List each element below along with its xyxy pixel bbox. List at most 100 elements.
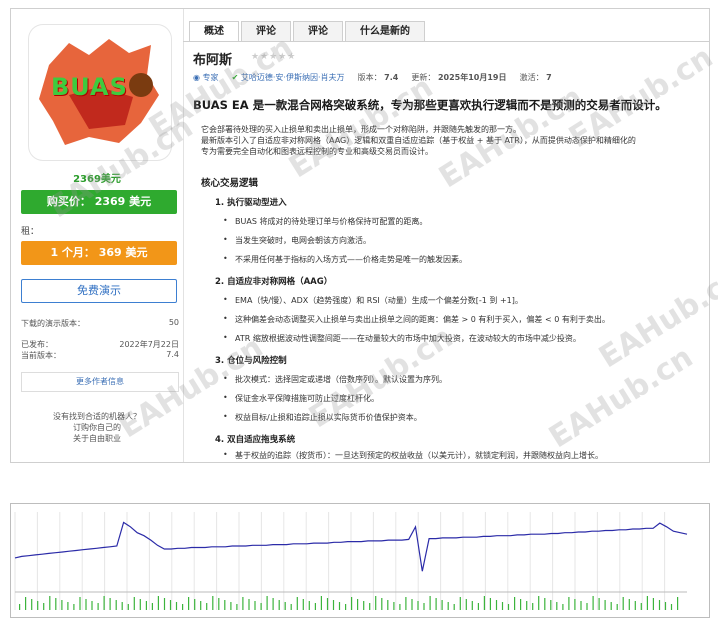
volume-bar (308, 601, 310, 610)
volume-bar (320, 596, 322, 610)
volume-bar (248, 599, 250, 610)
bullet-item: 权益目标/止损和追踪止损以实际货币价值保护资本。 (223, 412, 422, 423)
product-details: 概述 评论 评论 什么是新的 布阿斯 ★★★★★ ◉ 专家 ✔ 艾哈迈德·安·伊斯纳因… (183, 9, 709, 462)
buy-button[interactable]: 购买价： 2369 美元 (21, 190, 177, 214)
volume-bar (616, 604, 618, 610)
volume-bar (145, 601, 147, 610)
volume-bar (242, 597, 244, 610)
volume-bar (103, 596, 105, 610)
volume-bar (664, 602, 667, 610)
activations-label: 激活： (519, 73, 544, 82)
volume-bar (586, 603, 588, 610)
volume-bar (550, 600, 552, 610)
volume-bar (73, 604, 75, 610)
equity-chart-svg (14, 512, 688, 610)
logo-text: BUAS (51, 73, 128, 101)
volume-bar (405, 597, 407, 610)
tab-overview[interactable]: 概述 (189, 21, 239, 42)
expert-icon: ◉ (193, 73, 200, 82)
volume-bar (592, 596, 594, 610)
volume-bar (79, 597, 81, 610)
info-value: 7.4 (166, 350, 179, 359)
volume-bar (31, 599, 33, 610)
bullet-item: 批次模式：选择固定或递增（倍数序列）。默认设置为序列。 (223, 374, 447, 385)
tab-comments[interactable]: 评论 (293, 21, 343, 42)
author-link[interactable]: 艾哈迈德·安·伊斯纳因·肖夫万 (241, 73, 345, 82)
volume-bar (254, 601, 256, 610)
volume-bar (109, 598, 111, 610)
volume-bar (670, 604, 673, 610)
volume-bar (182, 604, 184, 610)
volume-bar (218, 598, 220, 610)
volume-bar (507, 604, 510, 610)
volume-bar (574, 599, 576, 610)
more-author-info-button[interactable]: 更多作者信息 (21, 372, 179, 392)
volume-bar (501, 602, 504, 610)
volume-bar (266, 596, 268, 610)
volume-bar (453, 604, 455, 610)
volume-bar (477, 603, 479, 610)
volume-bar (562, 604, 564, 610)
volume-bar (121, 602, 123, 610)
demo-downloads-row: 下载的演示版本： 50 (21, 318, 179, 329)
rating-stars[interactable]: ★★★★★ (251, 52, 296, 62)
updated-value: 2025年10月19日 (437, 73, 507, 82)
volume-bar (622, 597, 624, 610)
volume-bar (381, 598, 383, 610)
volume-bar (652, 598, 654, 610)
volume-bar (465, 599, 467, 610)
product-logo: BUAS (29, 25, 171, 160)
tab-reviews[interactable]: 评论 (241, 21, 291, 42)
volume-bar (224, 600, 226, 610)
volume-bar (363, 601, 365, 610)
bullet-item: BUAS 将成对的待处理订单与价格保持可配置的距离。 (223, 216, 427, 227)
activations-value: 7 (546, 73, 552, 82)
info-label: 已发布： (21, 340, 53, 349)
volume-bar (526, 601, 528, 610)
section-title: 3. 仓位与风险控制 (215, 356, 287, 366)
freelance-hint-line: 没有找到合适的机器人？ (53, 412, 141, 421)
volume-bar (459, 597, 461, 610)
volume-bar (302, 599, 304, 610)
volume-bar (634, 601, 636, 610)
volume-bar (393, 602, 395, 610)
volume-bar (604, 600, 606, 610)
volume-bar (495, 600, 498, 610)
volume-bar (471, 601, 473, 610)
volume-bar (387, 600, 389, 610)
bullet-item: 保证金水平保障措施可防止过度杠杆化。 (223, 393, 379, 404)
product-title: 布阿斯 (193, 53, 233, 68)
volume-bar (556, 602, 558, 610)
volume-bar (169, 600, 172, 610)
volume-bar (91, 601, 93, 610)
free-demo-button[interactable]: 免费演示 (21, 279, 177, 303)
volume-bar (67, 602, 69, 610)
volume-bar (139, 599, 141, 610)
volume-bar (260, 603, 262, 610)
volume-bar (357, 599, 359, 610)
volume-bar (127, 604, 129, 610)
info-label: 当前版本： (21, 351, 61, 360)
tab-whats-new[interactable]: 什么是新的 (345, 21, 425, 42)
volume-bar (85, 599, 87, 610)
volume-bar (411, 599, 413, 610)
volume-bar (610, 602, 612, 610)
volume-bar (61, 600, 63, 610)
volume-bar (375, 596, 377, 610)
volume-bar (314, 603, 316, 610)
product-sidebar: BUAS 2369美元 购买价： 2369 美元 租： 1 个月： 369 美元… (11, 9, 184, 462)
volume-bar (43, 603, 45, 610)
volume-bar (19, 604, 21, 610)
volume-bar (200, 601, 202, 610)
equity-chart (10, 503, 710, 618)
updated-label: 更新： (411, 73, 436, 82)
volume-bar (163, 598, 166, 610)
tab-divider (183, 41, 709, 42)
volume-bar (157, 596, 159, 610)
bullet-item: ATR 缩放根据波动性调整间距——在动量较大的市场中加大投资，在波动较大的市场中… (223, 333, 581, 344)
volume-bar (25, 597, 27, 610)
volume-bar (538, 596, 540, 610)
rent-button[interactable]: 1 个月： 369 美元 (21, 241, 177, 265)
freelance-link[interactable]: 关于自由职业 (11, 433, 183, 444)
volume-bar (640, 603, 642, 610)
